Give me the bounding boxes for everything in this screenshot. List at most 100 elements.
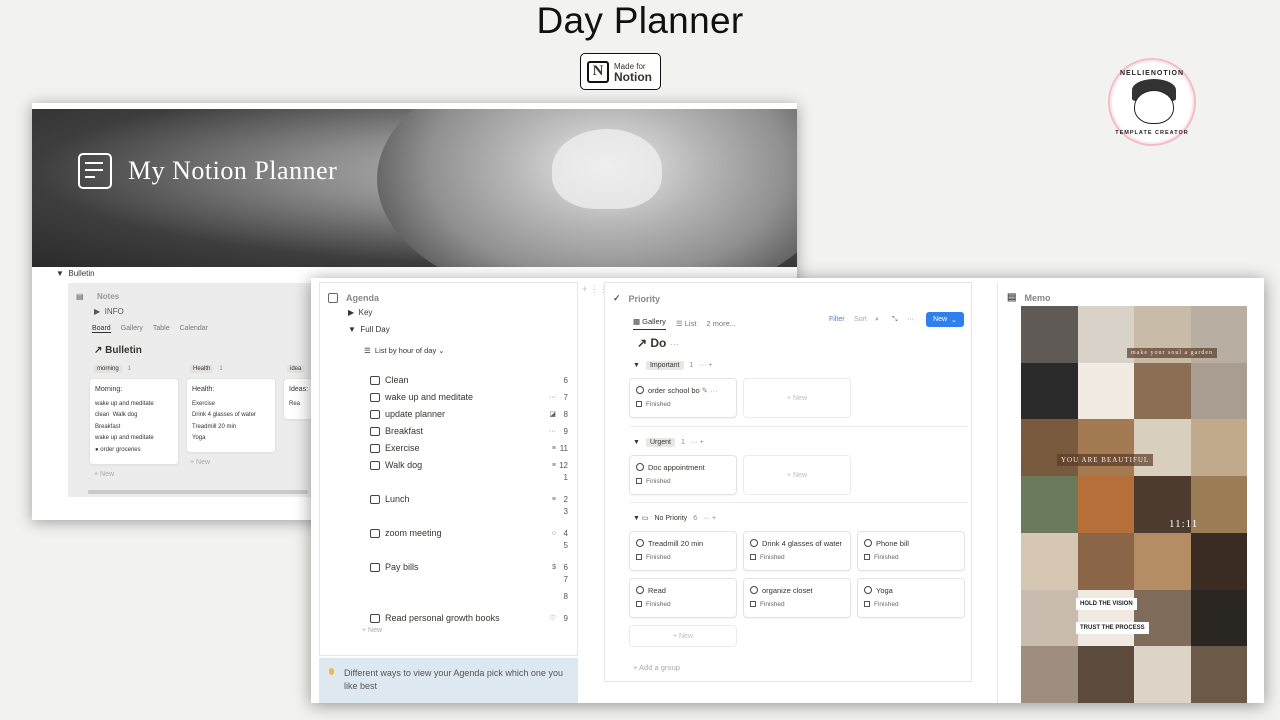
stamp-bottom-text: TEMPLATE CREATOR [1115,130,1189,136]
bulletin-toggle[interactable]: ▼ Bulletin [56,269,95,278]
tab-list[interactable]: ☰ List [676,319,696,328]
finished-checkbox[interactable] [750,601,756,607]
notion-logo-icon: N [587,60,609,83]
agenda-item[interactable]: Walk dog ≡ 12 [370,460,576,470]
vision-board-collage: make your soul a garden YOU ARE BEAUTIFU… [1021,306,1247,703]
card-title: Phone bill [876,539,909,548]
agenda-item-mark: ··· [549,393,556,401]
agenda-title: Agenda [346,293,380,303]
sort-button[interactable]: Sort [854,316,867,323]
checklist-clock-icon [78,153,112,189]
full-day-toggle[interactable]: ▼ Full Day [348,325,390,334]
group-urgent[interactable]: ▼ Urgent 1 ··· + [633,438,704,447]
group-no-priority[interactable]: ▼ ▭ No Priority 6 ··· + [633,514,716,523]
new-button[interactable]: New ⌄ [926,312,964,327]
card-status: Finished [874,601,899,608]
hour-number: 7 [563,574,568,584]
finished-checkbox[interactable] [864,601,870,607]
more-options-icon[interactable]: ··· [907,316,914,323]
tab-board[interactable]: Board [92,325,111,333]
view-selector[interactable]: ☰ List by hour of day ⌄ [364,346,445,355]
search-icon[interactable]: ⌕ [875,316,879,324]
bulletin-title: ↗ Bulletin [94,345,142,356]
priority-title: Priority [628,293,661,304]
memo-label-trust: TRUST THE PROCESS [1076,622,1149,634]
new-card-health[interactable]: + New [190,459,210,466]
morning-card[interactable]: Morning: wake up and meditate clean Walk… [90,379,178,464]
agenda-item[interactable]: Breakfast ··· 9 [370,426,576,436]
memo-label-garden: make your soul a garden [1127,348,1217,358]
task-icon [370,613,380,623]
column-morning: morning 1 [94,365,131,373]
agenda-item-label: Read personal growth books [385,613,500,623]
check-circle-icon [636,586,644,594]
card-doc-appointment[interactable]: Doc appointment Finished [630,456,736,494]
check-circle-icon [864,586,872,594]
agenda-item[interactable]: zoom meeting ○ 4 [370,528,576,538]
task-icon [370,443,380,453]
agenda-item[interactable]: update planner ◪ 8 [370,409,576,419]
task-icon [370,426,380,436]
tab-table[interactable]: Table [153,325,170,333]
card-title: Drink 4 glasses of water [762,539,843,548]
priority-card[interactable]: Drink 4 glasses of water Finished [744,532,850,570]
agenda-item-mark: ≡ [551,495,556,503]
task-icon [370,375,380,385]
hour-number: 4 [563,528,568,538]
card-order-school[interactable]: order school bo ✎ ··· Finished [630,379,736,417]
tab-gallery[interactable]: ▦ Gallery [633,317,666,330]
stamp-top-text: NELLIENOTION [1119,70,1185,77]
expand-icon[interactable]: ⤡ [892,316,898,324]
filter-button[interactable]: Filter [829,316,845,323]
health-card[interactable]: Health: Exercise Drink 4 glasses of wate… [187,379,275,452]
agenda-item[interactable]: Read personal growth books ♡ 9 [370,613,576,623]
priority-panel: ✓ Priority ▦ Gallery ☰ List 2 more... Fi… [604,282,972,682]
column-health: Health 1 [190,365,223,373]
notes-heading: Notes [97,292,120,301]
agenda-item-label: update planner [385,409,446,419]
planner-window-front: Agenda ▶ Key ▼ Full Day ☰ List by hour o… [311,278,1264,703]
agenda-header: Agenda [328,293,379,303]
memo-title: Memo [1024,292,1051,303]
new-card-morning[interactable]: + New [94,471,114,478]
card-title: Read [648,586,666,595]
info-toggle[interactable]: ▶ INFO [94,307,124,316]
new-card-important[interactable]: + New [744,379,850,417]
tab-gallery[interactable]: Gallery [121,325,143,333]
card-title: organize closet [762,586,813,595]
agenda-item[interactable]: Clean 6 [370,375,576,385]
agenda-new[interactable]: + New [362,627,382,634]
agenda-item[interactable]: Lunch ≡ 2 [370,494,576,504]
agenda-item[interactable]: Pay bills $6 [370,562,576,572]
hour-number: 6 [563,562,568,572]
priority-card[interactable]: Treadmill 20 min Finished [630,532,736,570]
agenda-item-mark: ◪ [549,411,556,418]
check-circle-icon [636,539,644,547]
made-for-notion-badge: N Made for Notion [580,53,661,90]
key-toggle[interactable]: ▶ Key [348,308,372,317]
agenda-item[interactable]: Exercise ≡ 11 [370,443,576,453]
hour-number: 5 [563,540,568,550]
horizontal-scrollbar[interactable] [88,490,308,494]
new-card-no-priority[interactable]: + New [630,626,736,646]
new-card-urgent[interactable]: + New [744,456,850,494]
finished-checkbox[interactable] [750,554,756,560]
check-circle-icon [750,586,758,594]
finished-checkbox[interactable] [636,554,642,560]
hour-number: 9 [563,613,568,623]
idea-card[interactable]: Ideas: Rea [284,379,314,419]
finished-checkbox[interactable] [864,554,870,560]
priority-card[interactable]: organize closet Finished [744,579,850,617]
tab-more[interactable]: 2 more... [706,319,736,328]
priority-card[interactable]: Yoga Finished [858,579,964,617]
agenda-item-label: Breakfast [385,426,424,436]
group-important[interactable]: ▼ Important 1 ··· + [633,361,712,370]
finished-checkbox[interactable] [636,601,642,607]
task-icon [370,392,380,402]
priority-card[interactable]: Read Finished [630,579,736,617]
agenda-item[interactable]: wake up and meditate ··· 7 [370,392,576,402]
add-group-button[interactable]: + Add a group [633,663,680,672]
memo-header: ▤ Memo [1007,292,1050,303]
priority-card[interactable]: Phone bill Finished [858,532,964,570]
tab-calendar[interactable]: Calendar [180,325,208,333]
